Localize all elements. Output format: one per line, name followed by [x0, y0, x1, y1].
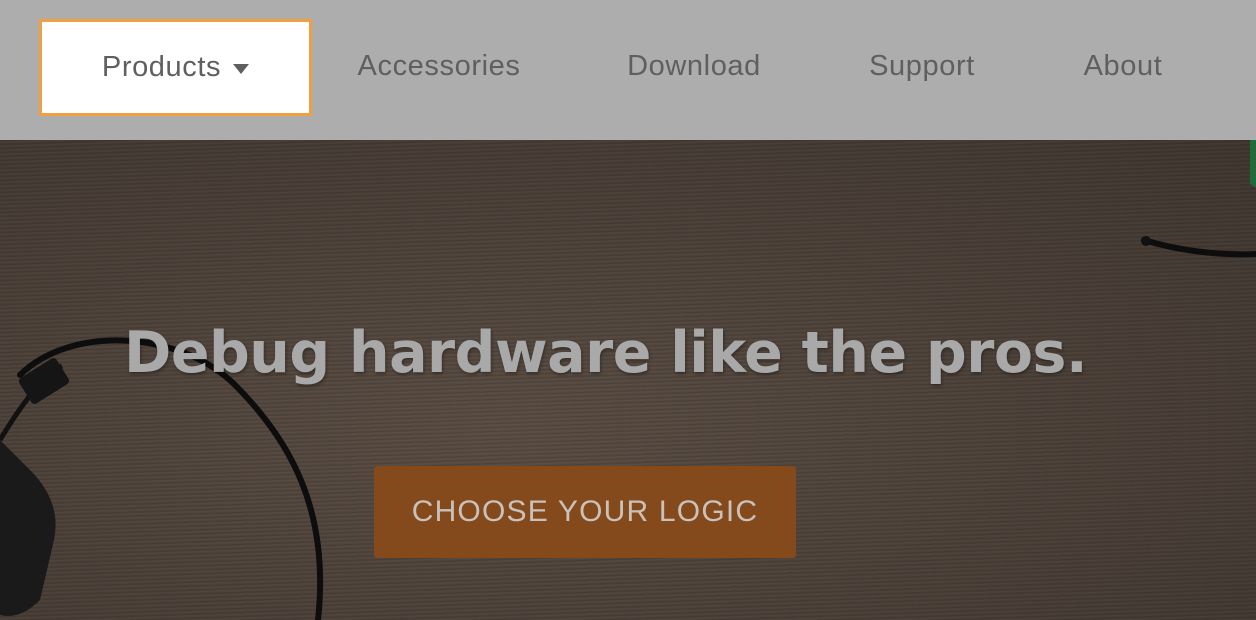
page: Products Accessories Download Support Ab… [0, 0, 1256, 620]
nav-item-products[interactable]: Products [39, 19, 312, 116]
device-shape [0, 440, 56, 616]
nav-item-support[interactable]: Support [845, 0, 999, 132]
nav-item-label: Support [869, 49, 975, 82]
main-navbar: Products Accessories Download Support Ab… [0, 0, 1256, 140]
nav-item-label: Accessories [357, 49, 521, 82]
hero-headline: Debug hardware like the pros. [124, 320, 1088, 386]
caret-down-icon [233, 63, 250, 74]
cable-shape [1141, 237, 1256, 258]
hero-section: Debug hardware like the pros. CHOOSE YOU… [0, 140, 1256, 620]
choose-your-logic-button[interactable]: CHOOSE YOUR LOGIC [374, 466, 796, 558]
nav-item-about[interactable]: About [1062, 0, 1184, 132]
nav-item-label: About [1083, 49, 1163, 82]
cable-tip-shape [1141, 236, 1151, 246]
nav-item-label: Download [627, 49, 761, 82]
nav-item-label: Products [101, 51, 222, 83]
cable-shape [1250, 140, 1256, 188]
nav-item-download[interactable]: Download [604, 0, 784, 132]
nav-item-accessories[interactable]: Accessories [336, 0, 542, 132]
